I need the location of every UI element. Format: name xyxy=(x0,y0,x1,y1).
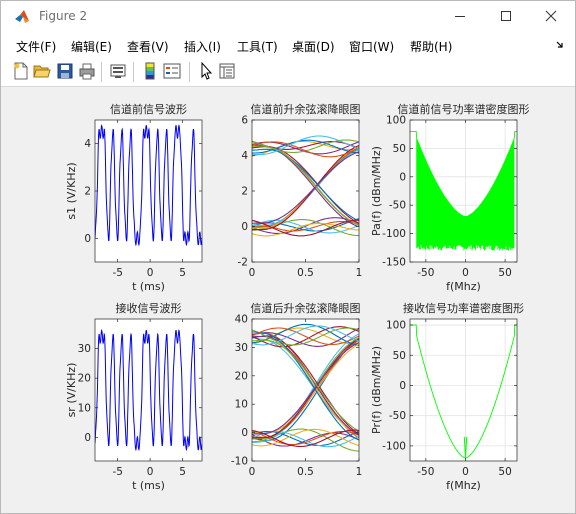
subplot-2: 0 0.5 1-20246信道前升余弦滚降眼图 xyxy=(238,102,363,279)
print-icon[interactable] xyxy=(78,62,96,80)
figure-window: Figure 2 文件(F) 编辑(E) 查看(V) 插入(I) 工具(T) 桌… xyxy=(0,0,576,514)
y-tick-label: 100 xyxy=(386,115,406,127)
x-tick-label: 0 xyxy=(147,466,154,478)
y-tick-label: 2 xyxy=(241,186,248,198)
y-tick-label: 0 xyxy=(84,432,91,444)
y-tick-label: 40 xyxy=(235,314,248,326)
toolbar xyxy=(1,58,575,87)
y-tick-label: -2 xyxy=(238,257,248,269)
y-axis-label: sr (V/KHz) xyxy=(65,363,78,418)
axes-title: 信道前升余弦滚降眼图 xyxy=(251,102,361,116)
menu-bar: 文件(F) 编辑(E) 查看(V) 插入(I) 工具(T) 桌面(D) 窗口(W… xyxy=(1,32,575,58)
menu-insert[interactable]: 插入(I) xyxy=(184,38,221,55)
x-tick-label: 0 xyxy=(147,267,154,279)
toolbar-separator xyxy=(189,62,190,82)
x-tick-label: 50 xyxy=(498,466,511,478)
subplot-6: -50 0 50 -100 -50 0 50 100 接收信号功率谱密度图形 f(Mhz) Pr(f… xyxy=(370,301,524,492)
x-tick-label: 5 xyxy=(179,466,186,478)
axes-title: 接收信号波形 xyxy=(116,301,182,315)
y-tick-label: 4 xyxy=(84,138,91,150)
y-tick-label: 0 xyxy=(399,380,406,392)
y-tick-label: 10 xyxy=(78,402,91,414)
maximize-button[interactable] xyxy=(483,1,529,32)
x-tick-label: -5 xyxy=(112,267,122,279)
subplot-5: 0 0.5 1-10010203040信道后升余弦滚降眼图 xyxy=(231,301,363,478)
x-tick-label: 50 xyxy=(498,267,511,279)
y-tick-label: 10 xyxy=(235,399,248,411)
menu-desktop[interactable]: 桌面(D) xyxy=(292,38,335,55)
x-tick-label: 1 xyxy=(356,267,363,279)
x-tick-label: 0 xyxy=(462,466,469,478)
x-tick-label: 0 xyxy=(462,267,469,279)
x-tick-label: -50 xyxy=(417,466,434,478)
x-axis-label: t (ms) xyxy=(132,479,165,492)
legend-icon[interactable] xyxy=(163,62,181,80)
y-tick-label: -100 xyxy=(382,440,406,452)
link-plot-icon[interactable] xyxy=(109,62,127,80)
minimize-button[interactable] xyxy=(437,1,483,32)
x-tick-label: 0.5 xyxy=(297,466,314,478)
matlab-logo-icon xyxy=(14,9,30,25)
title-bar: Figure 2 xyxy=(1,1,575,32)
y-tick-label: 0 xyxy=(399,171,406,183)
open-file-icon[interactable] xyxy=(33,62,51,80)
menu-tools[interactable]: 工具(T) xyxy=(237,38,278,55)
y-tick-label: -150 xyxy=(382,257,406,269)
y-axis-label: Pr(f) (dBm/MHz) xyxy=(370,346,383,434)
y-tick-label: -50 xyxy=(389,200,406,212)
y-tick-label: 0 xyxy=(84,233,91,245)
dock-arrow-icon[interactable] xyxy=(555,40,565,50)
x-axis-label: f(Mhz) xyxy=(446,479,481,492)
window-title: Figure 2 xyxy=(39,9,88,23)
x-tick-label: 1 xyxy=(356,466,363,478)
y-tick-label: 30 xyxy=(78,343,91,355)
y-axis-label: Pa(f) (dBm/MHz) xyxy=(370,146,383,236)
close-button[interactable] xyxy=(528,1,574,32)
y-tick-label: 4 xyxy=(241,150,248,162)
menu-file[interactable]: 文件(F) xyxy=(16,38,56,55)
y-tick-label: 20 xyxy=(235,370,248,382)
x-tick-label: -50 xyxy=(417,267,434,279)
toolbar-separator xyxy=(133,62,134,82)
toolbar-separator xyxy=(101,62,102,82)
axes-title: 信道后升余弦滚降眼图 xyxy=(251,301,361,315)
y-tick-label: -100 xyxy=(382,228,406,240)
subplot-1: -5 0 5 0 2 4 信道前信号波形 t (ms) s1 (V/KHz) xyxy=(65,102,203,293)
y-tick-label: -50 xyxy=(389,410,406,422)
axes-title: 信道前信号波形 xyxy=(110,102,187,116)
menu-window[interactable]: 窗口(W) xyxy=(349,38,394,55)
y-tick-label: -10 xyxy=(231,456,248,468)
y-tick-label: 30 xyxy=(235,342,248,354)
y-tick-label: 0 xyxy=(241,427,248,439)
pointer-icon[interactable] xyxy=(197,62,215,80)
save-icon[interactable] xyxy=(56,62,74,80)
y-tick-label: 0 xyxy=(241,221,248,233)
x-tick-label: 0 xyxy=(249,466,256,478)
x-axis-label: t (ms) xyxy=(132,280,165,293)
x-tick-label: 0.5 xyxy=(297,267,314,279)
y-tick-label: 50 xyxy=(393,143,406,155)
figure-canvas: -5 0 5 0 2 4 信道前信号波形 t (ms) s1 (V/KHz) 0 0.5 1 -2 0 2 4… xyxy=(9,88,569,506)
y-tick-label: 100 xyxy=(386,320,406,332)
x-tick-label: 0 xyxy=(249,267,256,279)
x-axis-label: f(Mhz) xyxy=(446,280,481,293)
menu-help[interactable]: 帮助(H) xyxy=(410,38,452,55)
axes-title: 接收信号功率谱密度图形 xyxy=(403,301,524,315)
y-tick-label: 50 xyxy=(393,350,406,362)
property-inspector-icon[interactable] xyxy=(218,62,236,80)
axes-title: 信道前信号功率谱密度图形 xyxy=(398,102,530,116)
plots-svg: -5 0 5024信道前信号波形t (ms)s1 (V/KHz)0 0.5 1-2024… xyxy=(65,102,530,492)
subplot-3: -50 0 50 -150 -100 -50 0 50 100信道前信号功率谱密度图形 f(Mhz… xyxy=(370,102,530,293)
x-tick-label: 5 xyxy=(179,267,186,279)
subplot-4: -5 0 5 0 10 20 30 接收信号波形 t (ms) sr (V/KHz) xyxy=(65,301,203,492)
new-figure-icon[interactable] xyxy=(12,62,30,80)
y-axis-label: s1 (V/KHz) xyxy=(65,162,78,219)
colorbar-icon[interactable] xyxy=(141,62,159,80)
y-tick-label: 2 xyxy=(84,186,91,198)
y-tick-label: 20 xyxy=(78,373,91,385)
x-tick-label: -5 xyxy=(112,466,122,478)
menu-edit[interactable]: 编辑(E) xyxy=(71,38,112,55)
y-tick-label: 6 xyxy=(241,115,248,127)
menu-view[interactable]: 查看(V) xyxy=(127,38,169,55)
